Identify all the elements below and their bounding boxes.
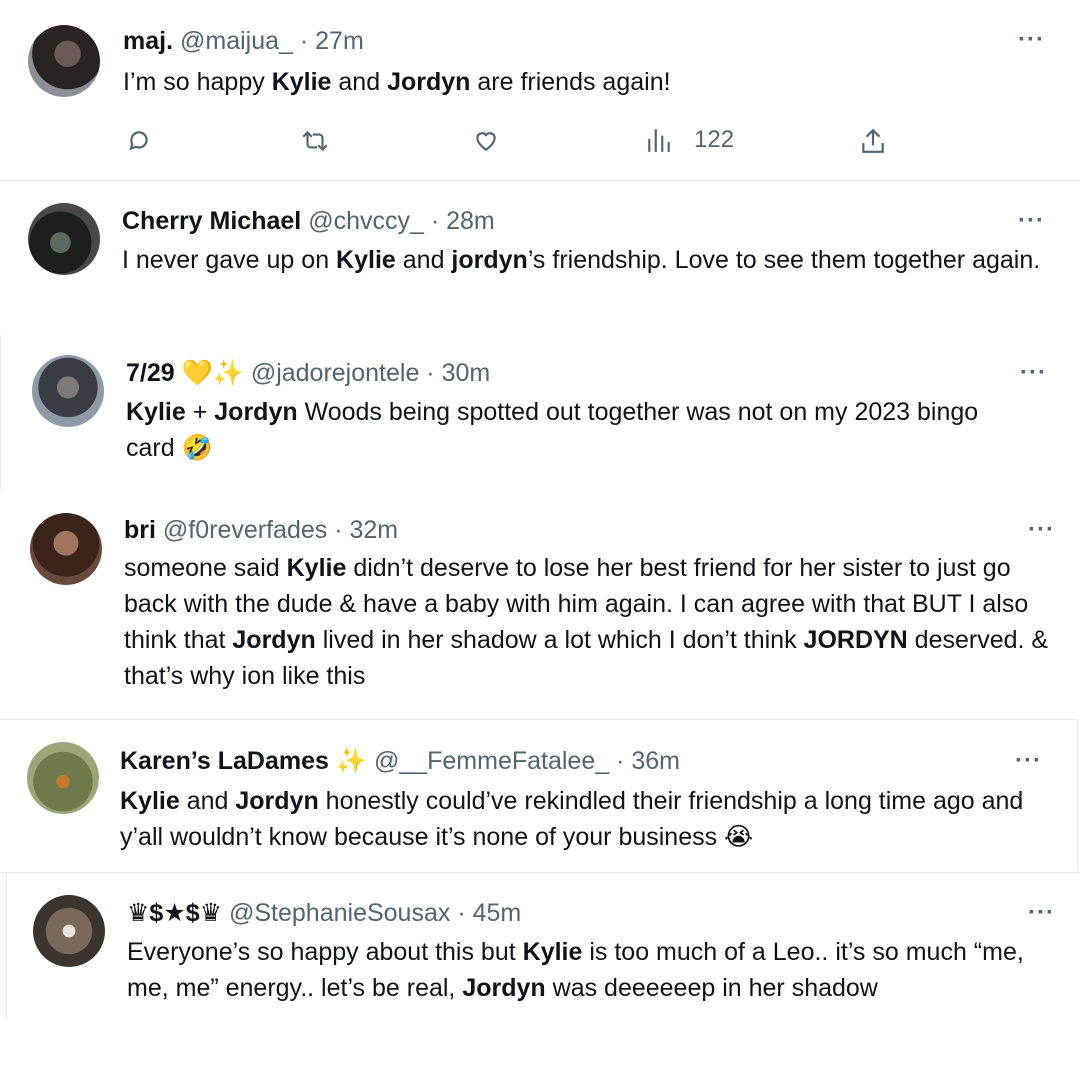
tweet-text: Kylie and Jordyn honestly could’ve rekin… [120,783,1055,855]
timestamp[interactable]: 32m [349,516,398,544]
tweet-text: I never gave up on Kylie and jordyn’s fr… [122,242,1057,278]
bold-text-segment: Jordyn [387,68,471,96]
view-count: 122 [694,126,735,153]
bold-text-segment: Kylie [522,938,583,966]
handle[interactable]: @StephanieSousax [229,899,450,927]
avatar[interactable] [32,355,104,427]
more-options-icon[interactable]: ··· [1028,518,1055,542]
text-segment: ’s friendship. Love to see them together… [527,246,1041,274]
like-button[interactable] [472,128,500,154]
text-segment: was deeeeeep in her shadow [545,974,878,1002]
tweet[interactable]: 7/29 💛✨ @jadorejontele · 30m ··· Kylie +… [0,335,1080,490]
more-options-icon[interactable]: ··· [1018,28,1045,52]
tweet-text: Everyone’s so happy about this but Kylie… [127,934,1062,1006]
display-name[interactable]: 7/29 💛✨ [126,359,244,387]
reply-button[interactable] [126,128,152,154]
tweet[interactable]: bri @f0reverfades · 32m ··· someone said… [0,495,1080,717]
display-name[interactable]: Cherry Michael [122,207,301,235]
bold-text-segment: Kylie [126,398,186,426]
retweet-icon [302,130,328,152]
timestamp[interactable]: 45m [473,899,522,927]
text-segment: Everyone’s so happy about this but [127,938,523,966]
tweet[interactable]: Karen’s LaDames ✨ @__FemmeFatalee_ · 36m… [0,720,1080,870]
more-options-icon[interactable]: ··· [1018,209,1045,233]
share-icon [862,128,884,153]
text-segment: lived in her shadow a lot which I don’t … [315,626,804,654]
text-segment: are friends again! [470,68,671,96]
bold-text-segment: Kylie [271,68,332,96]
timestamp[interactable]: 27m [315,27,364,55]
handle[interactable]: @__FemmeFatalee_ [374,747,609,775]
bold-text-segment: Kylie [120,787,180,815]
more-options-icon[interactable]: ··· [1020,361,1047,385]
bold-text-segment: jordyn [451,246,528,274]
heart-icon [476,132,496,151]
separator: · [609,747,632,775]
separator: · [292,27,316,55]
display-name[interactable]: ♛$★$♛ [127,899,222,927]
bold-text-segment: Kylie [286,554,347,582]
reply-icon [129,131,148,151]
separator: · [423,207,447,235]
share-button[interactable] [860,127,886,155]
text-segment: someone said [124,554,287,582]
display-name[interactable]: bri [124,516,156,544]
bold-text-segment: JORDYN [803,626,908,654]
text-segment: and [331,68,388,96]
display-name[interactable]: Karen’s LaDames ✨ [120,747,367,775]
separator: · [450,899,473,927]
bold-text-segment: Jordyn [235,787,319,815]
handle[interactable]: @maijua_ [180,27,293,55]
avatar[interactable] [33,895,105,967]
views-button[interactable]: 122 [646,126,734,154]
tweet-text: Kylie + Jordyn Woods being spotted out t… [126,394,1006,466]
more-options-icon[interactable]: ··· [1028,901,1055,925]
views-icon [648,129,670,152]
text-segment: and [179,787,236,815]
tweet[interactable]: maj. @maijua_ · 27m ··· I’m so happy Kyl… [0,0,1080,180]
timestamp[interactable]: 30m [442,359,491,387]
bold-text-segment: Jordyn [462,974,546,1002]
more-options-icon[interactable]: ··· [1015,749,1042,773]
avatar[interactable] [28,25,100,97]
avatar[interactable] [30,513,102,585]
handle[interactable]: @f0reverfades [163,516,327,544]
text-segment: I’m so happy [123,68,272,96]
timestamp[interactable]: 28m [446,207,495,235]
bold-text-segment: Jordyn [214,398,298,426]
timestamp[interactable]: 36m [631,747,680,775]
tweet-text: I’m so happy Kylie and Jordyn are friend… [123,64,1043,100]
handle[interactable]: @jadorejontele [251,359,420,387]
text-segment: I never gave up on [122,246,337,274]
text-segment: and [395,246,452,274]
separator: · [419,359,442,387]
handle[interactable]: @chvccy_ [308,207,424,235]
retweet-button[interactable] [300,128,330,154]
bold-text-segment: Jordyn [232,626,316,654]
tweet[interactable]: ♛$★$♛ @StephanieSousax · 45m ··· Everyon… [0,873,1080,1018]
separator: · [327,516,350,544]
text-segment: + [185,398,215,426]
avatar[interactable] [28,203,100,275]
display-name[interactable]: maj. [123,27,173,55]
avatar[interactable] [27,742,99,814]
tweet-text: someone said Kylie didn’t deserve to los… [124,550,1054,694]
tweet[interactable]: Cherry Michael @chvccy_ · 28m ··· I neve… [0,181,1080,331]
bold-text-segment: Kylie [336,246,396,274]
